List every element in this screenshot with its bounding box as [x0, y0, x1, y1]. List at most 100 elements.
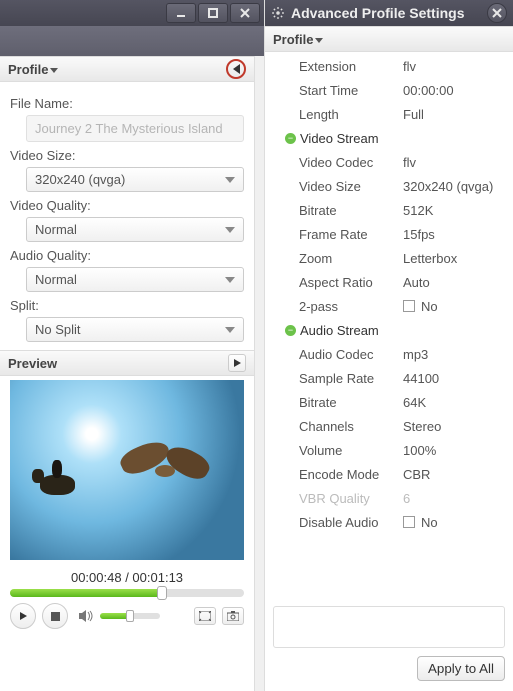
setting-row[interactable]: ChannelsStereo — [265, 414, 513, 438]
setting-row[interactable]: Encode ModeCBR — [265, 462, 513, 486]
setting-label: Extension — [279, 59, 399, 74]
setting-row[interactable]: Audio Codecmp3 — [265, 342, 513, 366]
stop-button[interactable] — [42, 603, 68, 629]
right-profile-header[interactable]: Profile — [265, 26, 513, 52]
volume-thumb[interactable] — [126, 610, 134, 622]
videoquality-value: Normal — [35, 222, 77, 237]
profile-form: File Name: Journey 2 The Mysterious Isla… — [0, 82, 254, 350]
collapse-icon: − — [285, 325, 296, 336]
setting-value[interactable]: 00:00:00 — [399, 83, 509, 98]
setting-value[interactable]: 15fps — [399, 227, 509, 242]
volume-slider[interactable] — [100, 613, 160, 619]
setting-value[interactable]: 6 — [399, 491, 509, 506]
snapshot-button[interactable] — [222, 607, 244, 625]
seek-bar[interactable] — [10, 589, 244, 597]
setting-row[interactable]: Sample Rate44100 — [265, 366, 513, 390]
collapse-arrow-button[interactable] — [226, 59, 246, 79]
videosize-select[interactable]: 320x240 (qvga) — [26, 167, 244, 192]
seek-fill — [10, 589, 162, 597]
filename-field[interactable]: Journey 2 The Mysterious Island — [26, 115, 244, 142]
setting-value[interactable]: 512K — [399, 203, 509, 218]
preview-header: Preview — [0, 350, 254, 376]
setting-row[interactable]: Volume100% — [265, 438, 513, 462]
setting-value[interactable]: CBR — [399, 467, 509, 482]
preview-bird — [120, 440, 210, 490]
close-panel-button[interactable] — [487, 3, 507, 23]
setting-value[interactable]: Full — [399, 107, 509, 122]
fullscreen-icon — [199, 611, 211, 621]
right-profile-label: Profile — [273, 32, 313, 47]
setting-value[interactable]: Stereo — [399, 419, 509, 434]
setting-row[interactable]: VBR Quality6 — [265, 486, 513, 510]
chevron-down-icon — [225, 277, 235, 283]
fullscreen-button[interactable] — [194, 607, 216, 625]
stop-icon — [51, 612, 60, 621]
setting-value[interactable]: Letterbox — [399, 251, 509, 266]
setting-row[interactable]: Start Time00:00:00 — [265, 78, 513, 102]
setting-label: Video Codec — [279, 155, 399, 170]
setting-row[interactable]: 2-passNo — [265, 294, 513, 318]
preview-video[interactable] — [10, 380, 244, 560]
close-button[interactable] — [230, 3, 260, 23]
setting-value[interactable]: 44100 — [399, 371, 509, 386]
setting-row[interactable]: Aspect RatioAuto — [265, 270, 513, 294]
preview-header-label: Preview — [8, 356, 57, 371]
setting-value[interactable]: No — [399, 515, 509, 530]
setting-row[interactable]: ZoomLetterbox — [265, 246, 513, 270]
setting-row[interactable]: Extensionflv — [265, 54, 513, 78]
setting-row[interactable]: LengthFull — [265, 102, 513, 126]
left-scrollbar[interactable] — [254, 56, 264, 691]
maximize-button[interactable] — [198, 3, 228, 23]
videosize-value: 320x240 (qvga) — [35, 172, 125, 187]
audioquality-select[interactable]: Normal — [26, 267, 244, 292]
setting-row[interactable]: Bitrate512K — [265, 198, 513, 222]
setting-row[interactable]: Frame Rate15fps — [265, 222, 513, 246]
checkbox[interactable] — [403, 516, 415, 528]
setting-label: Disable Audio — [279, 515, 399, 530]
setting-value[interactable]: No — [399, 299, 509, 314]
settings-table: ExtensionflvStart Time00:00:00LengthFull… — [265, 52, 513, 600]
setting-label: Length — [279, 107, 399, 122]
advanced-settings-titlebar: Advanced Profile Settings — [265, 0, 513, 26]
setting-label: Aspect Ratio — [279, 275, 399, 290]
setting-row[interactable]: Video Size320x240 (qvga) — [265, 174, 513, 198]
apply-to-all-button[interactable]: Apply to All — [417, 656, 505, 681]
preview-expand-button[interactable] — [228, 354, 246, 372]
setting-row[interactable]: Bitrate64K — [265, 390, 513, 414]
split-select[interactable]: No Split — [26, 317, 244, 342]
setting-row[interactable]: Disable AudioNo — [265, 510, 513, 534]
current-time: 00:00:48 — [71, 570, 122, 585]
camera-icon — [227, 611, 239, 621]
setting-label: Audio Codec — [279, 347, 399, 362]
volume-icon[interactable] — [78, 609, 94, 623]
bottom-actions: Apply to All — [265, 652, 513, 691]
setting-group-header[interactable]: −Audio Stream — [265, 318, 513, 342]
setting-value[interactable]: flv — [399, 155, 509, 170]
videoquality-select[interactable]: Normal — [26, 217, 244, 242]
window-titlebar — [0, 0, 264, 26]
split-label: Split: — [10, 298, 244, 313]
setting-value[interactable]: 64K — [399, 395, 509, 410]
profile-header[interactable]: Profile — [0, 56, 254, 82]
chevron-down-icon — [225, 227, 235, 233]
setting-row[interactable]: Video Codecflv — [265, 150, 513, 174]
setting-value[interactable]: 100% — [399, 443, 509, 458]
seek-thumb[interactable] — [157, 586, 167, 600]
videoquality-label: Video Quality: — [10, 198, 244, 213]
setting-value[interactable]: Auto — [399, 275, 509, 290]
setting-value[interactable]: mp3 — [399, 347, 509, 362]
setting-label: Encode Mode — [279, 467, 399, 482]
play-button[interactable] — [10, 603, 36, 629]
chevron-down-icon — [225, 177, 235, 183]
setting-group-header[interactable]: −Video Stream — [265, 126, 513, 150]
checkbox[interactable] — [403, 300, 415, 312]
preview-scene — [10, 380, 244, 560]
minimize-button[interactable] — [166, 3, 196, 23]
chevron-down-icon — [50, 68, 58, 73]
setting-value[interactable]: 320x240 (qvga) — [399, 179, 509, 194]
description-field[interactable] — [273, 606, 505, 648]
play-icon — [234, 359, 241, 367]
setting-label: Start Time — [279, 83, 399, 98]
setting-value[interactable]: flv — [399, 59, 509, 74]
profile-header-label: Profile — [8, 62, 48, 77]
